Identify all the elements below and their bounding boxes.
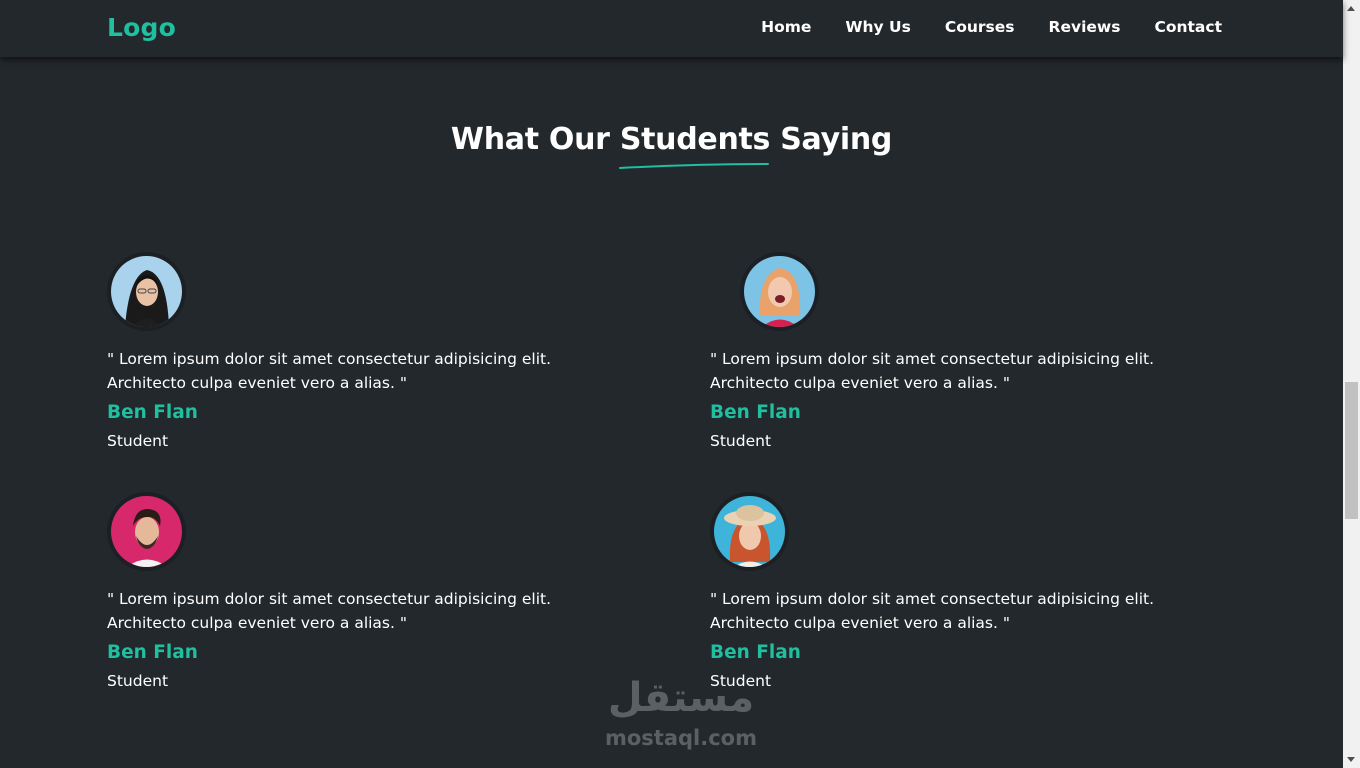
student-photo-icon [111,256,182,327]
title-part2: Saying [780,122,893,157]
testimonial-quote: " Lorem ipsum dolor sit amet consectetur… [710,350,1155,392]
testimonial-card: " Lorem ipsum dolor sit amet consectetur… [107,492,627,692]
student-photo-icon [714,496,785,567]
testimonial-name: Ben Flan [107,642,198,663]
section-title: What Our Students Saying [0,122,1343,157]
scroll-down-icon[interactable] [1347,757,1355,762]
navbar: Logo Home Why Us Courses Reviews Contact [0,0,1343,57]
testimonial-role: Student [107,432,169,450]
logo[interactable]: Logo [107,13,176,42]
watermark: مستقل mostaql.com [596,672,766,756]
avatar [710,492,789,571]
page: Logo Home Why Us Courses Reviews Contact… [0,0,1343,768]
nav-link-contact[interactable]: Contact [1154,18,1222,36]
avatar [107,492,186,571]
testimonial-quote: " Lorem ipsum dolor sit amet consectetur… [107,590,552,632]
title-underline [619,163,769,169]
scroll-thumb[interactable] [1345,382,1358,519]
nav-link-why-us[interactable]: Why Us [845,18,910,36]
testimonial-card: " Lorem ipsum dolor sit amet consectetur… [710,492,1230,692]
nav-link-courses[interactable]: Courses [945,18,1015,36]
nav-links: Home Why Us Courses Reviews Contact [727,18,1222,36]
testimonial-quote: " Lorem ipsum dolor sit amet consectetur… [710,590,1155,632]
watermark-latin: mostaql.com [605,726,757,750]
testimonial-role: Student [710,432,772,450]
testimonial-name: Ben Flan [710,642,801,663]
testimonial-quote: " Lorem ipsum dolor sit amet consectetur… [107,350,552,392]
testimonial-name: Ben Flan [710,402,801,423]
avatar [107,252,186,331]
title-highlight: Students [619,122,771,157]
avatar [740,252,819,331]
student-photo-icon [744,256,815,327]
nav-link-home[interactable]: Home [761,18,811,36]
vertical-scrollbar[interactable] [1343,0,1360,768]
testimonial-role: Student [107,672,169,690]
student-photo-icon [111,496,182,567]
title-part1: What Our [450,122,610,157]
testimonial-card: " Lorem ipsum dolor sit amet consectetur… [107,252,627,452]
testimonial-name: Ben Flan [107,402,198,423]
testimonial-card: " Lorem ipsum dolor sit amet consectetur… [710,252,1230,452]
nav-link-reviews[interactable]: Reviews [1049,18,1121,36]
scroll-up-icon[interactable] [1347,6,1355,11]
watermark-arabic: مستقل [607,675,755,721]
